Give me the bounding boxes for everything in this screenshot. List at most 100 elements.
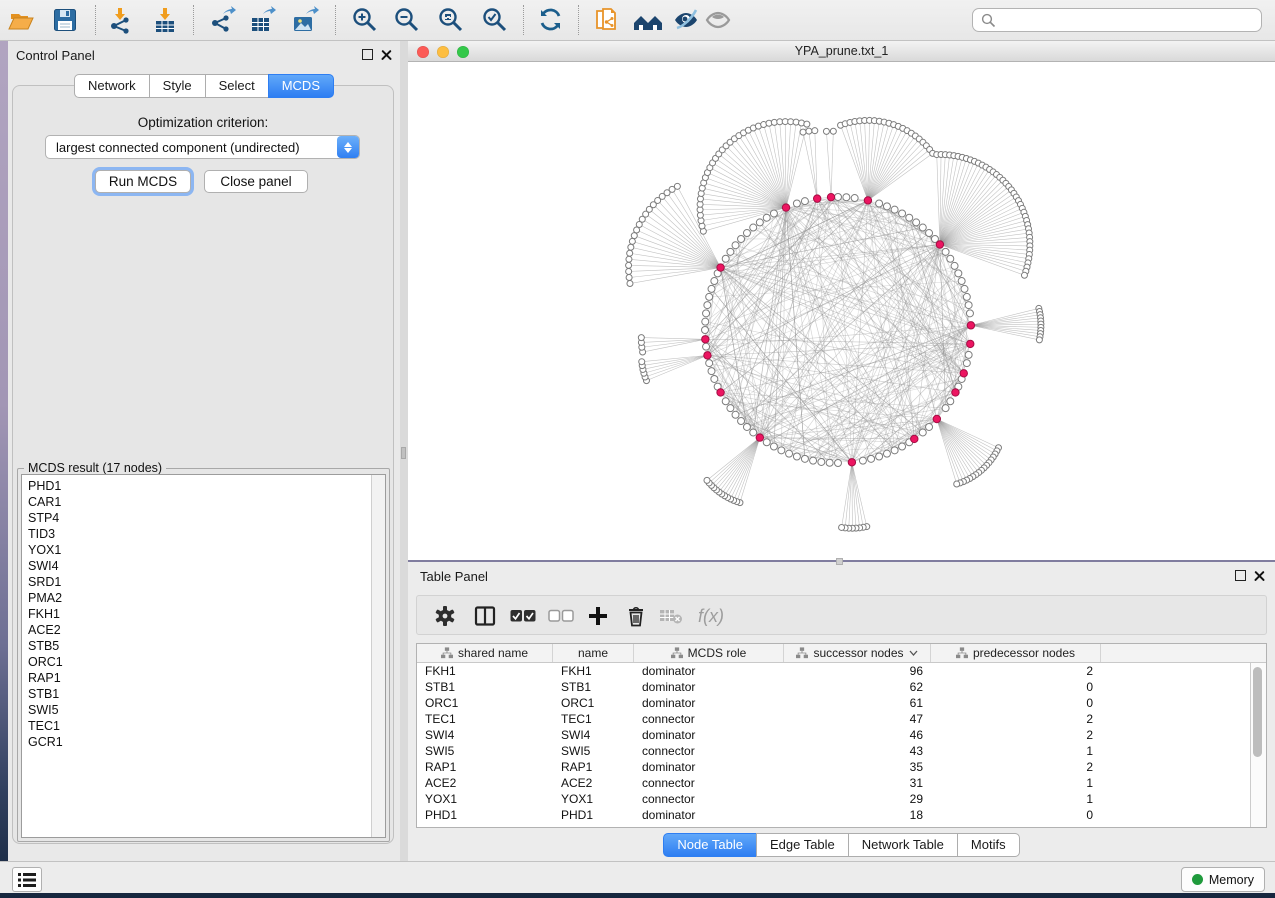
tab-network[interactable]: Network [74,74,150,98]
mcds-result-item[interactable]: TID3 [22,526,371,542]
close-table-panel-icon[interactable] [1254,570,1265,581]
select-all-button[interactable] [509,602,537,630]
hide-selected-button[interactable] [671,5,701,35]
table-row[interactable]: PHD1PHD1dominator180 [417,807,1266,823]
toolbar-separator [578,5,579,35]
table-scrollbar-thumb[interactable] [1253,667,1262,757]
duplicate-network-button[interactable] [592,5,622,35]
zoom-in-button[interactable] [350,5,380,35]
run-mcds-button[interactable]: Run MCDS [95,170,191,193]
import-network-button[interactable] [105,5,135,35]
column-header-name[interactable]: name [553,644,634,662]
export-network-button[interactable] [207,5,237,35]
tab-select[interactable]: Select [205,74,269,98]
mcds-result-item[interactable]: GCR1 [22,734,371,750]
mcds-result-item[interactable]: FKH1 [22,606,371,622]
memory-button[interactable]: Memory [1181,867,1265,892]
zoom-fit-button[interactable] [436,5,466,35]
mcds-result-item[interactable]: SRD1 [22,574,371,590]
node-table[interactable]: shared namenameMCDS rolesuccessor nodesp… [416,643,1267,828]
table-cell: PHD1 [553,808,634,822]
table-options-button[interactable] [431,602,459,630]
table-cell: dominator [634,680,784,694]
mcds-result-list[interactable]: PHD1CAR1STP4TID3YOX1SWI4SRD1PMA2FKH1ACE2… [21,474,386,838]
mcds-result-item[interactable]: YOX1 [22,542,371,558]
open-file-button[interactable] [6,5,36,35]
table-row[interactable]: FKH1FKH1dominator962 [417,663,1266,679]
mcds-result-item[interactable]: STB1 [22,686,371,702]
mcds-result-item[interactable]: ORC1 [22,654,371,670]
delete-column-button[interactable] [622,602,650,630]
delete-table-button-disabled [657,602,685,630]
mcds-list-scrollbar[interactable] [371,475,385,837]
table-row[interactable]: STB1STB1dominator620 [417,679,1266,695]
export-table-button[interactable] [248,5,278,35]
criterion-dropdown-value: largest connected component (undirected) [46,140,337,155]
table-row[interactable]: ACE2ACE2connector311 [417,775,1266,791]
table-row[interactable]: TEC1TEC1connector472 [417,711,1266,727]
column-header-successor-nodes[interactable]: successor nodes [784,644,931,662]
search-input[interactable] [972,8,1262,32]
mcds-result-item[interactable]: CAR1 [22,494,371,510]
network-canvas[interactable] [408,62,1275,560]
table-cell: 2 [931,664,1101,678]
tab-mcds[interactable]: MCDS [268,74,334,98]
close-panel-icon[interactable] [381,49,392,60]
export-image-button[interactable] [290,5,320,35]
zoom-out-icon [393,6,421,34]
float-table-panel-icon[interactable] [1235,570,1246,581]
mcds-result-item[interactable]: STB5 [22,638,371,654]
show-hidden-button[interactable] [703,5,733,35]
table-row[interactable]: SWI4SWI4dominator462 [417,727,1266,743]
task-history-button[interactable] [12,867,42,892]
tab-network-table[interactable]: Network Table [848,833,958,857]
show-all-button[interactable] [633,5,663,35]
tab-node-table[interactable]: Node Table [663,833,757,857]
network-window-titlebar[interactable]: YPA_prune.txt_1 [408,41,1275,62]
mcds-result-item[interactable]: ACE2 [22,622,371,638]
zoom-out-button[interactable] [392,5,422,35]
vertical-splitter[interactable] [400,41,408,861]
function-builder-button-disabled: f(x) [695,602,735,630]
criterion-dropdown[interactable]: largest connected component (undirected) [45,135,360,159]
mcds-result-item[interactable]: SWI4 [22,558,371,574]
table-row[interactable]: SWI5SWI5connector431 [417,743,1266,759]
zoom-selected-button[interactable] [480,5,510,35]
column-layout-button[interactable] [471,602,499,630]
table-cell: RAP1 [417,760,553,774]
column-header-MCDS-role[interactable]: MCDS role [634,644,784,662]
tab-style[interactable]: Style [149,74,206,98]
mcds-result-item[interactable]: STP4 [22,510,371,526]
tab-motifs[interactable]: Motifs [957,833,1020,857]
close-panel-button[interactable]: Close panel [204,170,308,193]
splitter-handle[interactable] [401,447,406,459]
import-table-button[interactable] [150,5,180,35]
table-scrollbar[interactable] [1250,663,1266,827]
column-header-shared-name[interactable]: shared name [417,644,553,662]
mcds-result-item[interactable]: TEC1 [22,718,371,734]
table-row[interactable]: ORC1ORC1dominator610 [417,695,1266,711]
deselect-all-button[interactable] [547,602,575,630]
table-cell: dominator [634,808,784,822]
table-cell: YOX1 [417,792,553,806]
table-row[interactable]: RAP1RAP1dominator352 [417,759,1266,775]
table-header-row: shared namenameMCDS rolesuccessor nodesp… [417,644,1266,663]
save-session-button[interactable] [50,5,80,35]
add-column-button[interactable] [584,602,612,630]
table-cell: ORC1 [553,696,634,710]
table-cell: 0 [931,680,1101,694]
zoom-selected-icon [481,6,509,34]
import-network-icon [106,6,134,34]
mcds-result-item[interactable]: PHD1 [22,478,371,494]
mcds-result-item[interactable]: SWI5 [22,702,371,718]
column-header-predecessor-nodes[interactable]: predecessor nodes [931,644,1101,662]
mcds-result-item[interactable]: RAP1 [22,670,371,686]
float-panel-icon[interactable] [362,49,373,60]
attribute-type-icon [956,647,968,659]
refresh-layout-button[interactable] [536,5,566,35]
table-cell: 0 [931,696,1101,710]
table-cell: 1 [931,776,1101,790]
tab-edge-table[interactable]: Edge Table [756,833,849,857]
table-row[interactable]: YOX1YOX1connector291 [417,791,1266,807]
mcds-result-item[interactable]: PMA2 [22,590,371,606]
